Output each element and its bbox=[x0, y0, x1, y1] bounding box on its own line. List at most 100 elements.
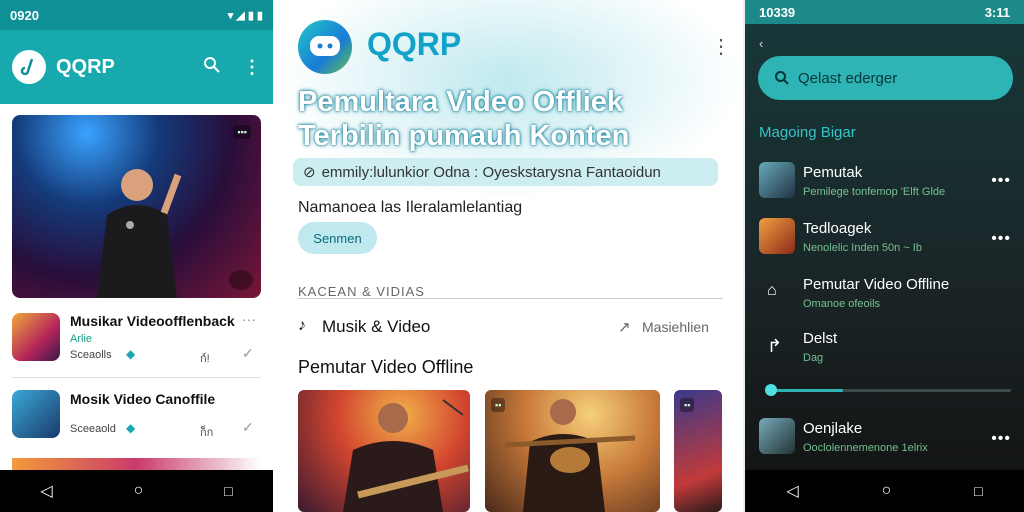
right-phone: 10339 3:11 ‹ Qelast ederger Magoing Biga… bbox=[745, 0, 1024, 512]
item-count: ก์! bbox=[200, 353, 210, 365]
more-icon[interactable]: ••• bbox=[991, 172, 1011, 190]
item-title: Pemutar Video Offline bbox=[803, 276, 950, 293]
search-placeholder: Qelast ederger bbox=[798, 69, 898, 87]
item-title: Tedloagek bbox=[803, 220, 872, 237]
filter-chip[interactable]: Senmen bbox=[298, 222, 377, 254]
item-count: ก็ก bbox=[200, 427, 214, 439]
video-card[interactable] bbox=[298, 390, 470, 512]
guitarist-image bbox=[343, 399, 469, 512]
middle-screen: QQRP ⋮ Pemultara Video Offliek Terbilin … bbox=[273, 0, 743, 512]
divider bbox=[298, 298, 723, 299]
app-title: QQRP bbox=[367, 26, 462, 62]
item-subtitle: Dag bbox=[803, 352, 824, 364]
guitarist-image bbox=[504, 399, 636, 512]
item-thumbnail bbox=[12, 390, 60, 438]
section-title: Magoing Bigar bbox=[759, 124, 856, 141]
section-label: KACEAN & VIDIAS bbox=[298, 284, 425, 299]
left-phone: 0920 ▾ ◢ ▮ ▮ QQRP ⋮ ▪▪▪ Musikar Videooff… bbox=[0, 0, 273, 512]
subtitle: Namanoea las Ileralamlelantiag bbox=[298, 199, 523, 216]
item-thumbnail bbox=[759, 418, 795, 454]
item-thumbnail bbox=[759, 218, 795, 254]
progress-knob[interactable] bbox=[765, 384, 777, 396]
back-icon[interactable]: ‹ bbox=[759, 36, 763, 51]
item-line2: Sceaolls bbox=[70, 349, 112, 361]
app-logo bbox=[12, 50, 46, 84]
more-icon[interactable]: ⋮ bbox=[243, 58, 261, 76]
channel-badge bbox=[229, 270, 253, 290]
video-card[interactable]: ▪▪ bbox=[485, 390, 660, 512]
search-bar[interactable]: ⊘ emmily:lulunkior Odna : Oyeskstarysna … bbox=[293, 158, 718, 186]
more-icon[interactable]: ••• bbox=[991, 430, 1011, 448]
music-icon: ♪ bbox=[298, 317, 306, 334]
list-item[interactable]: Tedloagek Nenolelic Inden 50n ~ Ib ••• bbox=[745, 216, 1024, 270]
progress-slider[interactable] bbox=[765, 384, 1011, 396]
card-badge: ▪▪ bbox=[680, 398, 695, 412]
next-item-preview bbox=[12, 458, 261, 470]
check-icon[interactable]: ✓ bbox=[242, 345, 254, 362]
item-title: Pemutak bbox=[803, 164, 863, 181]
search-icon: ⊘ bbox=[303, 164, 316, 181]
headline-line-1: Pemultara Video Offliek bbox=[298, 86, 624, 118]
card-badge: ▪▪ bbox=[491, 398, 506, 412]
list-item[interactable]: ⌂ Pemutar Video Offline Omanoe ofeoils bbox=[745, 272, 1024, 326]
app-bar: QQRP ⋮ bbox=[0, 30, 273, 104]
item-subtitle: Pemilege tonfemop 'Elft Glde bbox=[803, 186, 946, 198]
list-item[interactable]: Oenjlake Ooclolennemenone 1elrix ••• bbox=[745, 414, 1024, 468]
back-icon[interactable]: ◁ bbox=[786, 481, 798, 501]
nav-bar: ◁ ○ □ bbox=[0, 470, 273, 512]
download-icon[interactable]: ◆ bbox=[126, 421, 135, 435]
back-icon[interactable]: ◁ bbox=[40, 481, 52, 501]
search-bar[interactable]: Qelast ederger bbox=[758, 56, 1013, 100]
divider bbox=[12, 377, 261, 378]
search-text: emmily:lulunkior Odna : Oyeskstarysna Fa… bbox=[321, 163, 661, 181]
featured-video[interactable]: ▪▪▪ bbox=[12, 115, 261, 298]
item-subtitle: Ooclolennemenone 1elrix bbox=[803, 442, 928, 454]
status-bar: 10339 3:11 bbox=[745, 0, 1024, 24]
check-icon[interactable]: ✓ bbox=[242, 419, 254, 436]
recents-icon[interactable]: □ bbox=[224, 483, 232, 499]
item-title: Oenjlake bbox=[803, 420, 863, 437]
app-logo bbox=[298, 20, 352, 74]
app-title: QQRP bbox=[56, 55, 115, 78]
nav-bar: ◁ ○ □ bbox=[745, 470, 1024, 512]
item-subtitle: Nenolelic Inden 50n ~ Ib bbox=[803, 242, 922, 254]
more-icon[interactable]: ••• bbox=[991, 230, 1011, 248]
home-icon[interactable]: ○ bbox=[882, 482, 892, 500]
quality-badge: ▪▪▪ bbox=[233, 125, 251, 139]
home-icon[interactable]: ○ bbox=[134, 482, 144, 500]
item-line1: Arlie bbox=[70, 333, 93, 345]
status-right: 3:11 bbox=[984, 4, 1010, 20]
item-thumbnail bbox=[12, 313, 60, 361]
more-icon[interactable]: ··· bbox=[242, 311, 256, 327]
section-title: Pemutar Video Offline bbox=[298, 357, 474, 377]
share-icon: ↱ bbox=[767, 336, 783, 356]
status-icons: ▾ ◢ ▮ ▮ bbox=[227, 9, 263, 22]
download-icon[interactable]: ◆ bbox=[126, 347, 135, 361]
recents-icon[interactable]: □ bbox=[974, 483, 982, 499]
share-icon[interactable]: ↗ bbox=[618, 318, 631, 336]
status-bar: 0920 ▾ ◢ ▮ ▮ bbox=[0, 0, 273, 30]
item-title: Mosik Video Canoffile bbox=[70, 391, 216, 407]
item-title: Musikar Videoofflenback bbox=[70, 313, 235, 329]
item-subtitle: Omanoe ofeoils bbox=[803, 298, 881, 310]
category-link[interactable]: Masiehlien bbox=[642, 319, 709, 335]
status-time: 10339 bbox=[759, 4, 796, 20]
progress-fill bbox=[771, 389, 843, 392]
list-item[interactable]: ↱ Delst Dag bbox=[745, 328, 1024, 382]
item-title: Delst bbox=[803, 330, 838, 347]
list-item[interactable]: Musikar Videoofflenback Arlie Sceaolls ◆… bbox=[0, 305, 273, 375]
status-time: 0920 bbox=[10, 7, 39, 23]
list-item[interactable]: Pemutak Pemilege tonfemop 'Elft Glde ••• bbox=[745, 160, 1024, 214]
list-item[interactable]: Mosik Video Canoffile Sceeaold ◆ ก็ก ✓ bbox=[0, 385, 273, 455]
playlist-icon: ⌂ bbox=[767, 282, 777, 299]
item-line1: Sceeaold bbox=[70, 423, 116, 435]
headline-line-2: Terbilin pumauh Konten bbox=[298, 120, 630, 152]
item-thumbnail bbox=[759, 162, 795, 198]
chip-label: Senmen bbox=[313, 230, 362, 246]
more-icon[interactable]: ⋮ bbox=[711, 34, 731, 59]
video-card[interactable]: ▪▪ bbox=[674, 390, 722, 512]
search-icon[interactable] bbox=[203, 56, 221, 79]
category-title[interactable]: Musik & Video bbox=[322, 317, 430, 337]
performer-image bbox=[97, 169, 182, 298]
search-icon bbox=[775, 71, 789, 85]
